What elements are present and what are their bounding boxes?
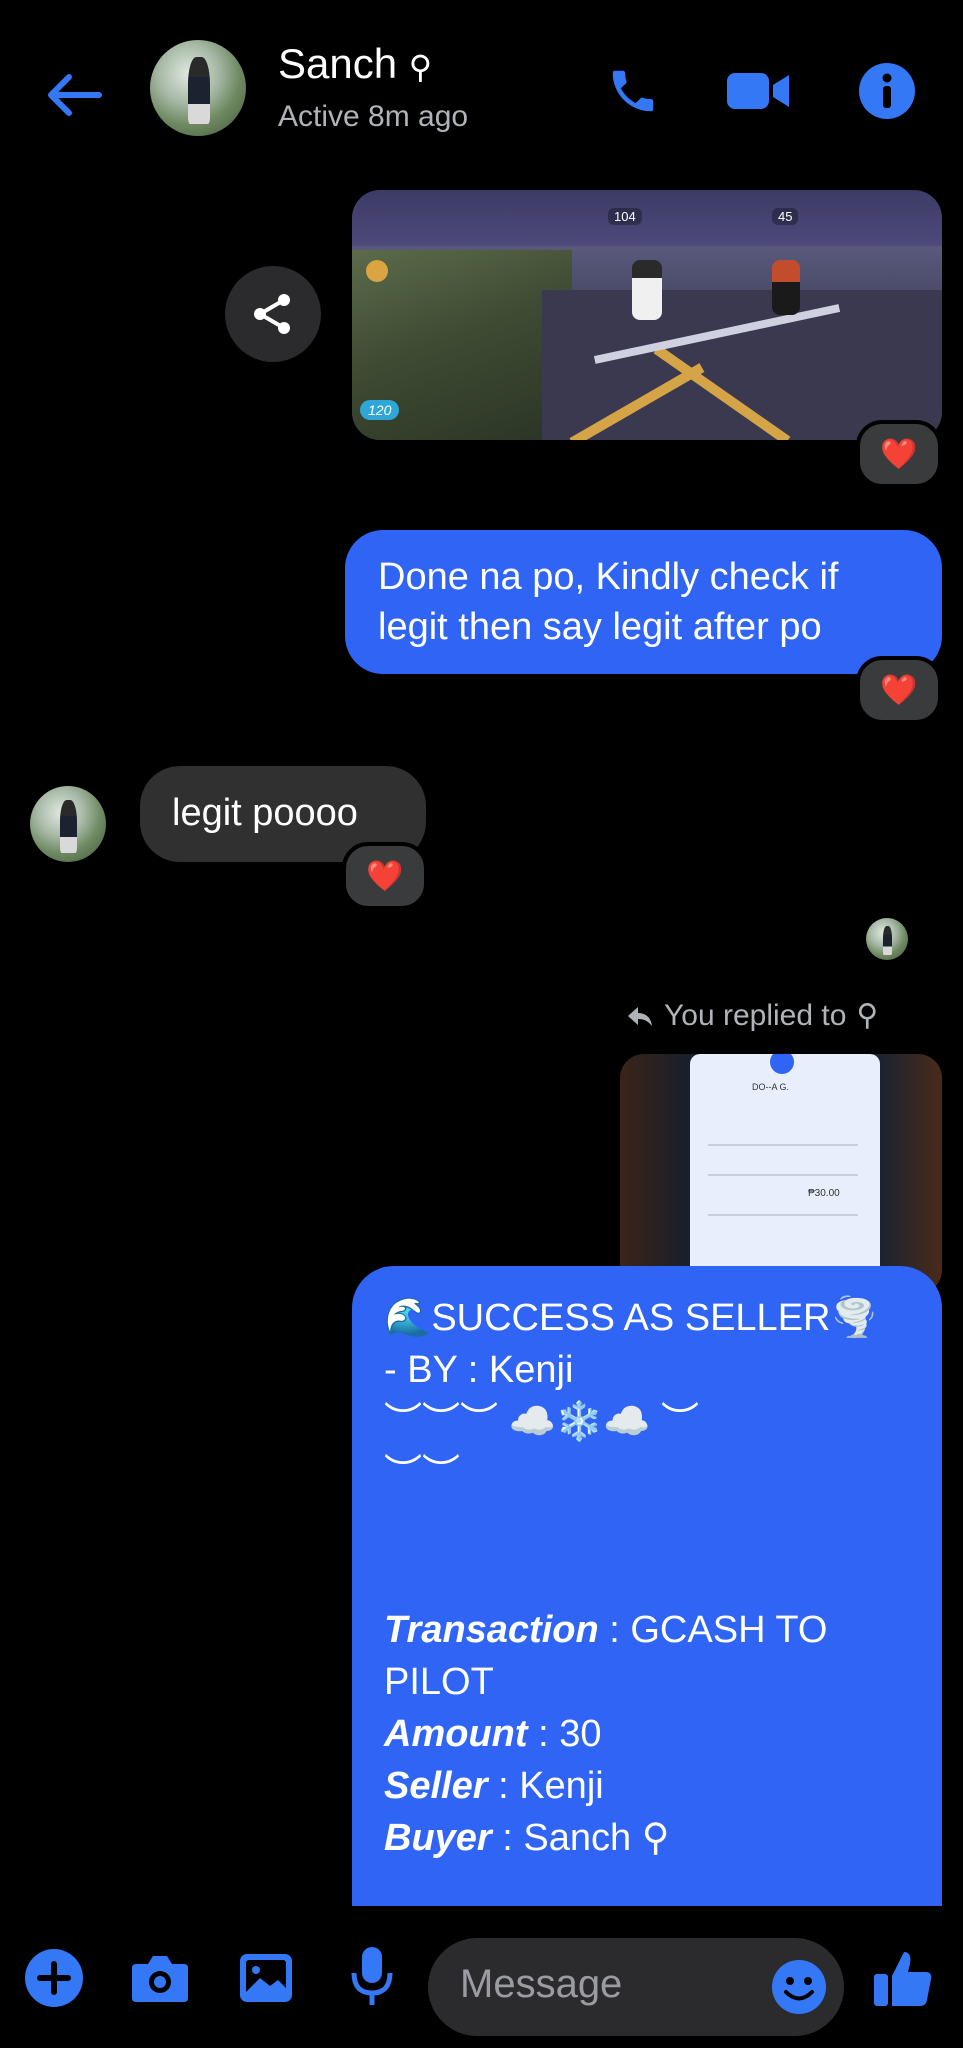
gcash-receipt-screen: DO--A G. ₱30.00: [690, 1054, 880, 1294]
avatar-character: [772, 260, 800, 315]
seen-avatar: [866, 918, 908, 960]
message-text: Done na po, Kindly check if legit then s…: [378, 556, 839, 648]
mic-icon: [351, 1947, 393, 2005]
card-byline: - BY : Kenji: [384, 1349, 574, 1391]
sender-avatar[interactable]: [30, 786, 106, 862]
receipt-line: [708, 1144, 858, 1146]
message-input[interactable]: Message: [428, 1938, 844, 2036]
emoji-button[interactable]: [768, 1956, 830, 2018]
receipt-amount: ₱30.00: [808, 1188, 840, 1199]
card-decoration: ︶︶︶ ☁️❄️☁️ ︶: [384, 1401, 700, 1443]
game-screenshot-image[interactable]: 104 45 120: [352, 190, 942, 440]
info-button[interactable]: [852, 56, 922, 126]
call-button[interactable]: [598, 56, 668, 126]
back-arrow-icon: [48, 74, 102, 116]
replied-note: You replied to ⚲: [626, 998, 878, 1033]
receipt-name: DO--A G.: [752, 1082, 790, 1092]
message-placeholder: Message: [460, 1962, 623, 2006]
receipt-line: [708, 1174, 858, 1176]
video-call-button[interactable]: [722, 56, 794, 126]
replied-image-preview[interactable]: DO--A G. ₱30.00: [620, 1054, 942, 1294]
amount-row: Amount : 30: [384, 1713, 602, 1755]
back-button[interactable]: [40, 60, 110, 130]
share-icon: [254, 294, 290, 334]
video-icon: [727, 73, 789, 109]
contact-name[interactable]: Sanch ⚲: [278, 40, 432, 88]
hud-counter: 45: [772, 208, 799, 225]
transaction-row: Transaction : GCASH TO: [384, 1609, 828, 1651]
heart-reaction[interactable]: ❤️: [856, 656, 942, 724]
emoji-icon: [772, 1960, 826, 2014]
like-button[interactable]: [868, 1944, 938, 2014]
share-button[interactable]: [225, 266, 321, 362]
camera-button[interactable]: [128, 1946, 192, 2010]
thumbs-up-icon: [874, 1952, 932, 2006]
gallery-icon: [240, 1954, 292, 2002]
seller-row: Seller : Kenji: [384, 1765, 604, 1807]
transaction-row-continued: PILOT: [384, 1661, 494, 1703]
contact-status: Active 8m ago: [278, 100, 469, 133]
heart-icon: ❤️: [880, 673, 918, 707]
phone-icon: [612, 70, 654, 112]
heart-reaction[interactable]: ❤️: [342, 842, 428, 910]
outgoing-message-bubble[interactable]: Done na po, Kindly check if legit then s…: [345, 530, 942, 674]
voice-message-button[interactable]: [344, 1942, 400, 2012]
reply-arrow-icon: [628, 1006, 652, 1026]
receipt-line: [708, 1214, 858, 1216]
heart-reaction[interactable]: ❤️: [856, 420, 942, 488]
medal-icon: [366, 260, 388, 282]
road-area: [542, 290, 942, 440]
info-icon: [859, 63, 915, 119]
hud-badge: 120: [360, 400, 400, 420]
avatar-character: [632, 260, 662, 320]
contact-avatar[interactable]: [150, 40, 246, 136]
transaction-message-bubble[interactable]: 🌊SUCCESS AS SELLER🌪️ - BY : Kenji ︶︶︶ ☁️…: [352, 1266, 942, 1906]
name-glyph: ⚲: [408, 49, 433, 85]
more-actions-button[interactable]: [22, 1946, 86, 2010]
check-icon: [770, 1054, 794, 1074]
message-text: legit poooo: [172, 792, 358, 834]
hud-counter: 104: [608, 208, 642, 225]
gallery-button[interactable]: [234, 1946, 298, 2010]
heart-icon: ❤️: [880, 437, 918, 471]
card-title: 🌊SUCCESS AS SELLER🌪️: [384, 1297, 878, 1339]
buyer-row: Buyer : Sanch ⚲: [384, 1817, 670, 1859]
card-decoration: ︶︶: [384, 1453, 461, 1495]
camera-icon: [132, 1956, 188, 2002]
plus-icon: [25, 1949, 83, 2007]
heart-icon: ❤️: [366, 859, 404, 893]
